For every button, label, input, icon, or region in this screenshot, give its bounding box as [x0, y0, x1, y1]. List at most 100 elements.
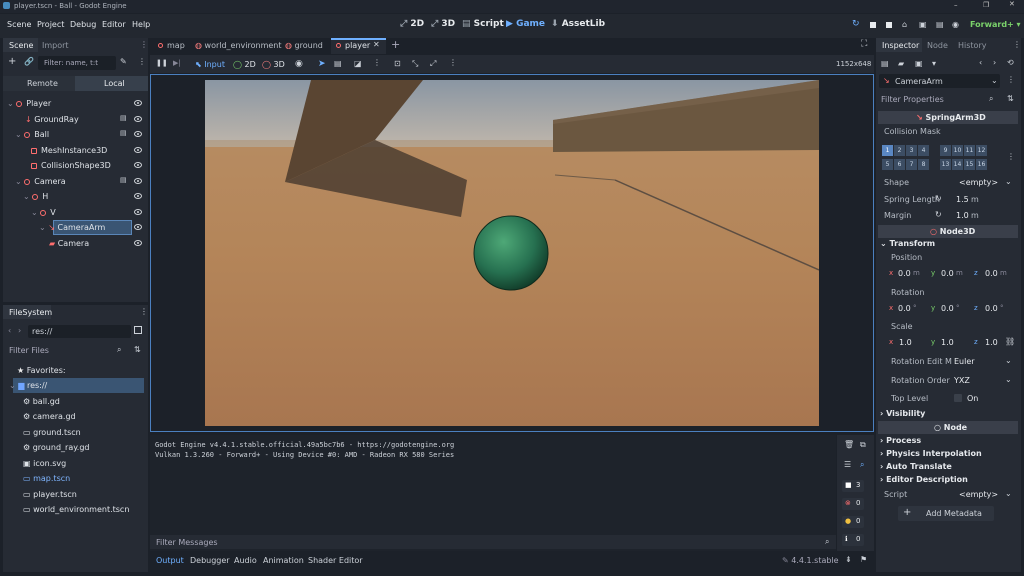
- tab-node[interactable]: Node: [927, 41, 948, 50]
- dock-menu-icon[interactable]: ⋮: [140, 307, 148, 316]
- script-icon[interactable]: ✎: [120, 57, 127, 66]
- visibility-eye-icon[interactable]: [134, 193, 142, 199]
- dock-menu-icon[interactable]: ⋮: [140, 40, 148, 49]
- scene-filter-input[interactable]: Filter: name, t:t: [38, 56, 116, 70]
- editor-description-section[interactable]: › Editor Description: [880, 475, 1018, 484]
- options-icon[interactable]: ⋮: [1007, 75, 1015, 84]
- layer-bit-9[interactable]: 9: [940, 145, 951, 156]
- clear-output-icon[interactable]: 🗑: [844, 440, 854, 449]
- visibility-eye-icon[interactable]: [134, 178, 142, 184]
- menu-scene[interactable]: Scene: [7, 20, 31, 29]
- tree-node-camera[interactable]: ⌄ Camera: [15, 177, 66, 186]
- stretch-icon[interactable]: ⤢: [430, 59, 436, 69]
- visibility-toggle-icon[interactable]: ◉: [295, 59, 303, 69]
- workspace-assetlib[interactable]: ⬇ AssetLib: [551, 19, 605, 29]
- visibility-eye-icon[interactable]: [134, 240, 142, 246]
- layer-bit-4[interactable]: 4: [918, 145, 929, 156]
- tab-shader-editor[interactable]: Shader Editor: [308, 556, 363, 565]
- expand-panel-icon[interactable]: ⇟: [845, 555, 852, 564]
- fixed-size-icon[interactable]: ⊡: [394, 59, 401, 68]
- split-view-icon[interactable]: [134, 326, 142, 334]
- folder-res[interactable]: ⌄ ▆ res://: [9, 381, 47, 390]
- forward-icon[interactable]: ›: [18, 326, 21, 335]
- chevron-down-icon[interactable]: ⌄: [1005, 375, 1012, 384]
- distraction-free-icon[interactable]: ⛶: [861, 39, 867, 49]
- link-icon[interactable]: 🔗: [24, 57, 34, 66]
- suspend-icon[interactable]: ❚❚: [156, 59, 168, 67]
- layer-bit-8[interactable]: 8: [918, 159, 929, 170]
- transform-section[interactable]: ⌄ Transform: [880, 239, 1018, 248]
- revert-icon[interactable]: ↻: [935, 210, 942, 219]
- file-camera-gd[interactable]: ⚙ camera.gd: [23, 412, 76, 421]
- add-metadata-button[interactable]: + Add Metadata: [898, 506, 994, 521]
- link-scale-icon[interactable]: ⛓: [1005, 337, 1015, 346]
- pause-icon[interactable]: [870, 22, 876, 28]
- chevron-down-icon[interactable]: ⌄: [1005, 489, 1012, 498]
- filter-messages-placeholder[interactable]: Filter Messages: [156, 538, 218, 547]
- script-attached-icon[interactable]: ▤: [120, 114, 127, 122]
- filter-files-placeholder[interactable]: Filter Files: [9, 346, 49, 355]
- file-map-tscn[interactable]: ▭ map.tscn: [23, 474, 70, 483]
- file-world-environment-tscn[interactable]: ▭ world_environment.tscn: [23, 505, 129, 514]
- visibility-eye-icon[interactable]: [134, 147, 142, 153]
- dock-menu-icon[interactable]: ⋮: [1013, 40, 1021, 49]
- rotation-order-value[interactable]: YXZ: [954, 376, 970, 385]
- stop-icon[interactable]: [886, 22, 892, 28]
- run-custom-icon[interactable]: ▤: [936, 20, 944, 29]
- keep-aspect-icon[interactable]: ⤡: [412, 59, 418, 69]
- workspace-3d[interactable]: ⤢ 3D: [431, 19, 455, 29]
- copy-icon[interactable]: ⧉: [860, 440, 866, 450]
- error-count-badge[interactable]: ⊗ 0: [842, 498, 864, 510]
- tab-output[interactable]: Output: [156, 556, 184, 565]
- spring-length-value[interactable]: 1.5: [956, 195, 969, 204]
- workspace-game[interactable]: ▶ Game: [506, 19, 545, 29]
- layer-bit-7[interactable]: 7: [906, 159, 917, 170]
- maximize-icon[interactable]: ❐: [983, 1, 989, 9]
- object-history-icon[interactable]: ⟲: [1007, 58, 1014, 67]
- collapse-icon[interactable]: ☰: [844, 460, 851, 469]
- script-attached-icon[interactable]: ▤: [120, 129, 127, 137]
- layer-bit-3[interactable]: 3: [906, 145, 917, 156]
- visibility-eye-icon[interactable]: [134, 224, 142, 230]
- history-back-icon[interactable]: ‹: [979, 58, 982, 67]
- shape-value[interactable]: <empty>: [959, 178, 998, 187]
- path-input[interactable]: res://: [28, 325, 131, 338]
- movie-icon[interactable]: ▣: [919, 20, 927, 29]
- physics-interpolation-section[interactable]: › Physics Interpolation: [880, 449, 1018, 458]
- visibility-eye-icon[interactable]: [134, 162, 142, 168]
- menu-project[interactable]: Project: [37, 20, 64, 29]
- visibility-eye-icon[interactable]: [134, 100, 142, 106]
- embed-options-icon[interactable]: ⋮: [449, 58, 457, 67]
- select-2d-toggle[interactable]: ◯ 2D: [233, 60, 256, 69]
- layer-bit-15[interactable]: 15: [964, 159, 975, 170]
- node-selector[interactable]: ↘ CameraArm ⌄: [879, 74, 1000, 88]
- filter-properties-placeholder[interactable]: Filter Properties: [881, 95, 944, 104]
- auto-translate-section[interactable]: › Auto Translate: [880, 462, 1018, 471]
- game-render[interactable]: [205, 80, 819, 426]
- play-scene-icon[interactable]: ↻: [852, 19, 860, 29]
- menu-help[interactable]: Help: [132, 20, 150, 29]
- next-frame-icon[interactable]: ▶|: [173, 59, 181, 67]
- layer-bit-1[interactable]: 1: [882, 145, 893, 156]
- visibility-eye-icon[interactable]: [134, 131, 142, 137]
- save-resource-icon[interactable]: ▣: [915, 59, 923, 68]
- search-icon[interactable]: ⌕: [860, 460, 864, 470]
- workspace-2d[interactable]: ⤢ 2D: [400, 19, 424, 29]
- scene-tab-map[interactable]: map: [158, 41, 185, 50]
- search-icon[interactable]: ⌕: [117, 345, 121, 355]
- close-window-icon[interactable]: ✕: [1009, 0, 1015, 8]
- renderer-select[interactable]: Forward+ ▾: [970, 20, 1021, 29]
- script-attached-icon[interactable]: ▤: [120, 176, 127, 184]
- layer-bit-12[interactable]: 12: [976, 145, 987, 156]
- select-3d-toggle[interactable]: ◯ 3D: [262, 60, 285, 69]
- new-resource-icon[interactable]: ▤: [881, 59, 889, 68]
- menu-debug[interactable]: Debug: [70, 20, 96, 29]
- workspace-script[interactable]: ▤ Script: [462, 19, 504, 29]
- open-resource-icon[interactable]: ▰: [898, 59, 904, 68]
- visibility-eye-icon[interactable]: [134, 209, 142, 215]
- rotation-edit-value[interactable]: Euler: [954, 357, 975, 366]
- top-level-checkbox[interactable]: [954, 394, 962, 402]
- layer-bit-5[interactable]: 5: [882, 159, 893, 170]
- script-value[interactable]: <empty>: [959, 490, 998, 499]
- layer-bit-10[interactable]: 10: [952, 145, 963, 156]
